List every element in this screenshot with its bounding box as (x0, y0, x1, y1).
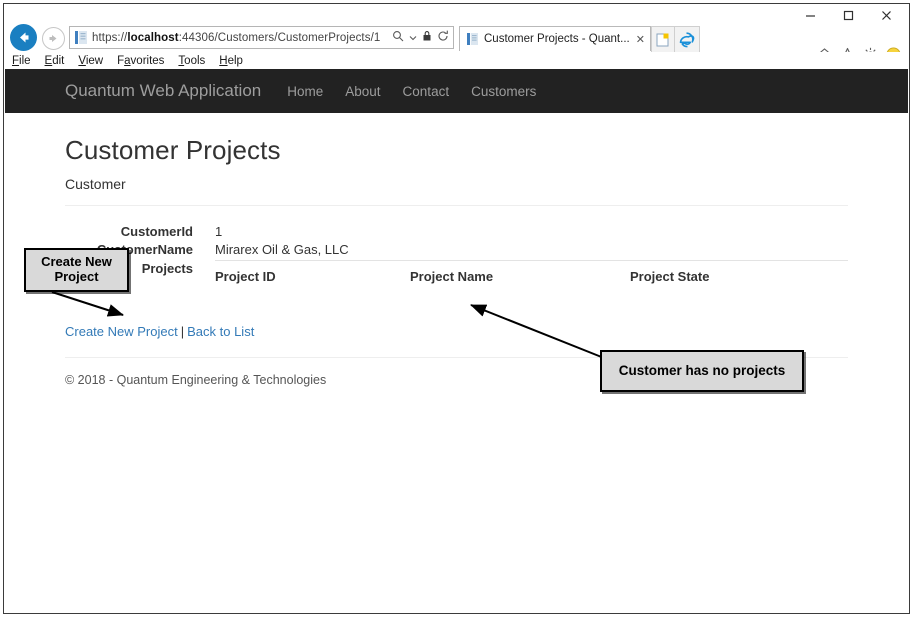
address-url: https://localhost:44306/Customers/Custom… (92, 31, 381, 44)
lock-icon (422, 29, 432, 47)
page-subtitle: Customer (65, 176, 126, 192)
detail-row-projects: Projects Project ID Project Name Project… (65, 260, 848, 292)
screenshot-root: https://localhost:44306/Customers/Custom… (0, 0, 913, 617)
page-icon (74, 31, 88, 45)
column-header-project-name: Project Name (410, 260, 630, 292)
projects-table-head: Project ID Project Name Project State (215, 260, 848, 292)
annotation-callout-create-new-project: Create New Project (24, 248, 129, 292)
refresh-icon[interactable] (437, 29, 449, 47)
back-to-list-link[interactable]: Back to List (187, 324, 254, 339)
chevron-down-icon[interactable] (409, 29, 417, 47)
browser-tab[interactable]: Customer Projects - Quant... ✕ (459, 26, 651, 51)
detail-term: CustomerId (120, 224, 193, 239)
menu-item-favorites[interactable]: Favorites (117, 55, 164, 67)
menu-item-tools[interactable]: Tools (178, 55, 205, 67)
detail-row-customername: CustomerName Mirarex Oil & Gas, LLC (65, 241, 848, 259)
menu-item-edit[interactable]: Edit (45, 55, 65, 67)
internet-explorer-icon[interactable] (674, 26, 700, 52)
nav-link-customers[interactable]: Customers (471, 84, 536, 99)
nav-link-home[interactable]: Home (287, 84, 323, 99)
detail-value: Mirarex Oil & Gas, LLC (215, 242, 349, 257)
menu-item-help[interactable]: Help (219, 55, 243, 67)
address-bar-icons (392, 29, 449, 47)
site-navbar: Quantum Web Application Home About Conta… (5, 69, 908, 113)
back-arrow-icon[interactable] (10, 24, 37, 51)
tab-strip: Customer Projects - Quant... ✕ (459, 26, 700, 53)
close-icon[interactable]: ✕ (636, 33, 645, 46)
nav-link-about[interactable]: About (345, 84, 380, 99)
tab-title: Customer Projects - Quant... (484, 33, 630, 45)
forward-arrow-icon[interactable] (42, 27, 65, 50)
detail-row-customerid: CustomerId 1 (65, 223, 848, 241)
page-title: Customer Projects (65, 135, 281, 165)
site-brand[interactable]: Quantum Web Application (65, 81, 261, 101)
projects-table: Project ID Project Name Project State (215, 260, 848, 292)
page-viewport: Quantum Web Application Home About Conta… (5, 69, 908, 612)
page-actions: Create New Project | Back to List (65, 324, 848, 339)
create-new-project-link[interactable]: Create New Project (65, 324, 178, 339)
projects-table-wrapper: Project ID Project Name Project State (193, 260, 848, 292)
annotation-callout-customer-has-no-projects: Customer has no projects (600, 350, 804, 392)
column-header-project-id: Project ID (215, 260, 410, 292)
table-header-row: Project ID Project Name Project State (215, 260, 848, 292)
customer-details: CustomerId 1 CustomerName Mirarex Oil & … (65, 223, 848, 292)
new-tab-icon[interactable] (650, 26, 675, 52)
page-icon (466, 33, 479, 46)
search-icon[interactable] (392, 29, 404, 47)
action-separator: | (180, 324, 185, 339)
menu-item-view[interactable]: View (78, 55, 103, 67)
address-bar[interactable]: https://localhost:44306/Customers/Custom… (69, 26, 454, 49)
menu-bar: File Edit View Favorites Tools Help (4, 52, 909, 69)
column-header-project-state: Project State (630, 260, 848, 292)
menu-item-file[interactable]: File (12, 55, 31, 67)
nav-link-contact[interactable]: Contact (403, 84, 450, 99)
browser-navigation-row: https://localhost:44306/Customers/Custom… (4, 23, 909, 62)
browser-window: https://localhost:44306/Customers/Custom… (3, 3, 910, 614)
section-divider (65, 205, 848, 206)
detail-value: 1 (215, 224, 223, 239)
